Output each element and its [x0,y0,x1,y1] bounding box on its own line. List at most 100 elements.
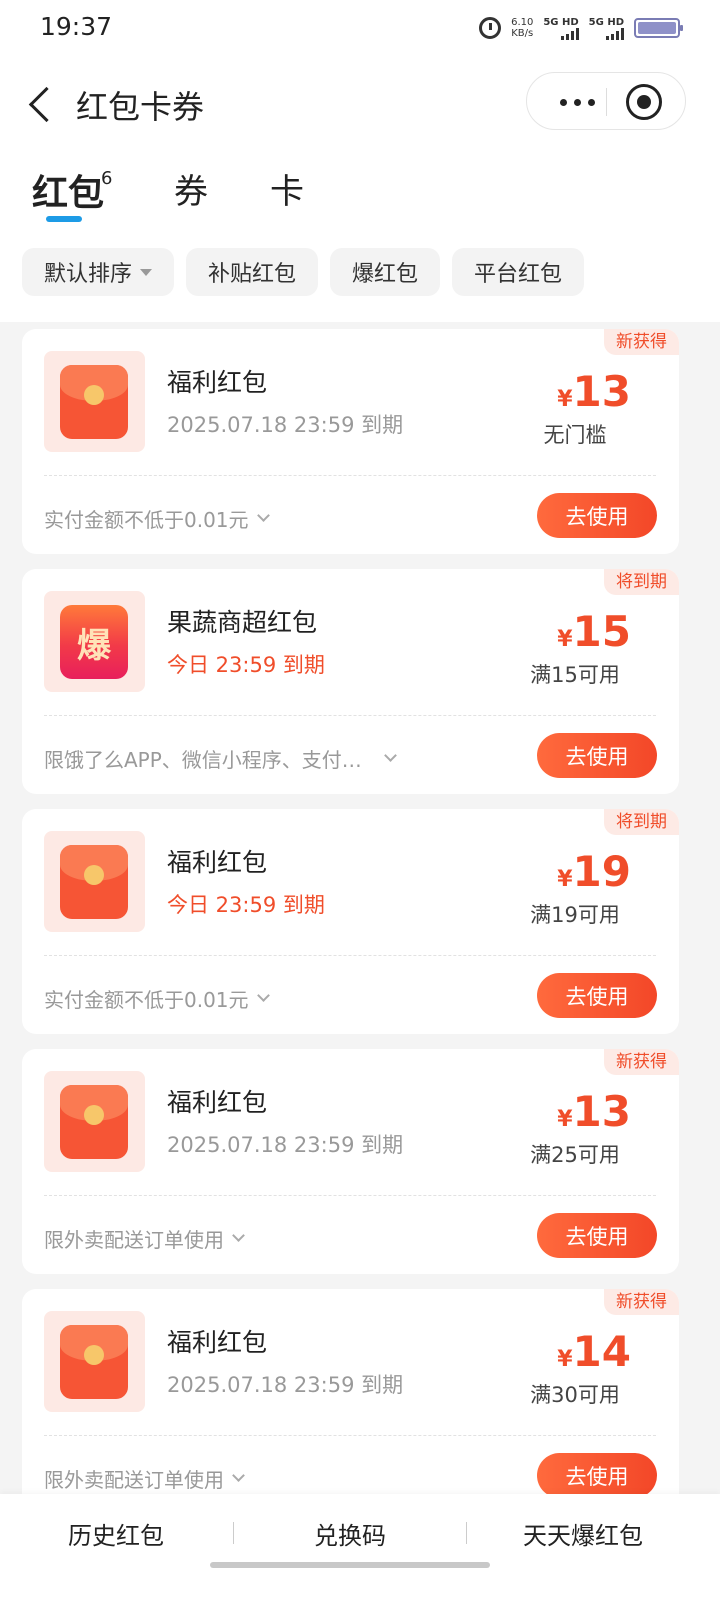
battery-icon [634,18,683,38]
use-button[interactable]: 去使用 [537,973,657,1018]
card-tag: 新获得 [604,329,679,355]
back-icon[interactable] [24,80,64,128]
currency-symbol: ¥ [557,1107,573,1132]
currency-symbol: ¥ [557,627,573,652]
amount-value: 13 [572,1087,631,1136]
filter-sort-label: 默认排序 [44,262,133,287]
card-divider [44,715,656,716]
more-icon[interactable] [547,87,607,117]
amount-value: 19 [572,847,631,896]
signal-bars-icon [606,27,624,40]
card-rule[interactable]: 实付金额不低于0.01元 [44,504,270,533]
red-envelope-icon [60,1085,128,1159]
card-threshold: 满19可用 [530,903,620,927]
capsule-divider [606,88,607,116]
card-name: 福利红包 [167,1328,268,1357]
card-rule-text: 限饿了么APP、微信小程序、支付… [44,748,362,772]
bottom-divider [233,1522,234,1544]
use-button[interactable]: 去使用 [537,733,657,778]
card-expiry: 2025.07.18 23:59 到期 [167,1373,404,1397]
card-amount: ¥14 [511,1327,631,1376]
card-expiry: 今日 23:59 到期 [167,893,325,917]
card-rule[interactable]: 限外卖配送订单使用 [44,1464,245,1493]
red-envelope-icon [60,1325,128,1399]
red-envelope-icon [60,845,128,919]
card-tag: 新获得 [604,1049,679,1075]
battery-fill [638,22,676,34]
use-button[interactable]: 去使用 [537,1213,657,1258]
card-name: 福利红包 [167,368,268,397]
card-divider [44,1195,656,1196]
currency-symbol: ¥ [557,867,573,892]
use-button[interactable]: 去使用 [537,493,657,538]
use-button[interactable]: 去使用 [537,1453,657,1498]
card-rule[interactable]: 限饿了么APP、微信小程序、支付… [44,744,397,773]
page-title: 红包卡券 [76,88,205,126]
card-amount: ¥19 [511,847,631,896]
bao-icon: 爆 [60,605,128,679]
filter-sort[interactable]: 默认排序 [22,248,175,296]
card-icon-box [44,1071,145,1172]
currency-symbol: ¥ [557,1347,573,1372]
status-time: 19:37 [40,12,113,41]
filter-bao[interactable]: 爆红包 [330,248,441,296]
bottom-divider [466,1522,467,1544]
mini-program-capsule [526,72,686,130]
filter-subsidy[interactable]: 补贴红包 [186,248,319,296]
chevron-down-icon [256,989,270,1002]
card-name: 福利红包 [167,848,268,877]
red-packet-card: 将到期 福利红包 今日 23:59 到期 ¥19 满19可用 实付金额不低于0.… [22,809,679,1034]
redeem-code-link[interactable]: 兑换码 [250,1516,450,1551]
caret-down-icon [140,268,153,276]
tab-ka[interactable]: 卡 [270,164,304,213]
card-icon-box [44,1311,145,1412]
history-red-packets-link[interactable]: 历史红包 [16,1516,216,1551]
red-packet-card: 新获得 福利红包 2025.07.18 23:59 到期 ¥14 满30可用 限… [22,1289,679,1514]
card-amount: ¥15 [511,607,631,656]
status-bar: 19:37 6.10 KB/s 5G HD 5G HD [0,0,720,56]
tab-hongbao[interactable]: 红包 [32,164,104,216]
red-envelope-icon [60,365,128,439]
card-rule-text: 限外卖配送订单使用 [44,1228,224,1252]
chevron-down-icon [232,1229,245,1242]
card-tag: 将到期 [604,809,679,835]
card-icon-box: 爆 [44,591,145,692]
card-divider [44,955,656,956]
red-packet-list: 新获得 福利红包 2025.07.18 23:59 到期 ¥13 无门槛 实付金… [22,329,679,1529]
daily-bao-red-packet-link[interactable]: 天天爆红包 [483,1516,683,1551]
filter-chips: 默认排序 补贴红包 爆红包 平台红包 [22,248,585,296]
filter-platform[interactable]: 平台红包 [452,248,585,296]
network-speed: 6.10 KB/s [511,17,533,39]
card-amount: ¥13 [511,367,631,416]
chevron-down-icon [256,509,270,522]
red-packet-card: 新获得 福利红包 2025.07.18 23:59 到期 ¥13 无门槛 实付金… [22,329,679,554]
signal-1: 5G HD [543,16,579,40]
currency-symbol: ¥ [557,387,573,412]
tab-active-indicator [46,216,82,222]
alarm-icon [479,17,502,39]
card-expiry: 今日 23:59 到期 [167,653,325,677]
net-speed-value: 6.10 [511,17,534,28]
card-icon-box [44,831,145,932]
card-name: 福利红包 [167,1088,268,1117]
card-rule[interactable]: 实付金额不低于0.01元 [44,984,270,1013]
tab-quan[interactable]: 券 [174,164,208,213]
card-threshold: 无门槛 [543,423,607,447]
card-expiry: 2025.07.18 23:59 到期 [167,413,404,437]
card-divider [44,475,656,476]
signal-2: 5G HD [589,17,624,40]
chevron-down-icon [383,749,397,762]
bottom-bar: 历史红包 兑换码 天天爆红包 [0,1494,720,1612]
card-amount: ¥13 [511,1087,631,1136]
red-packet-card: 将到期 爆 果蔬商超红包 今日 23:59 到期 ¥15 满15可用 限饿了么A… [22,569,679,794]
home-indicator[interactable] [210,1562,490,1568]
close-mini-program-icon[interactable] [626,84,662,120]
signal-1-label: 5G HD [543,16,579,28]
card-tag: 新获得 [604,1289,679,1315]
card-threshold: 满25可用 [530,1143,620,1167]
card-rule[interactable]: 限外卖配送订单使用 [44,1224,245,1253]
amount-value: 14 [572,1327,631,1376]
tab-hongbao-count: 6 [101,168,113,189]
card-threshold: 满30可用 [530,1383,620,1407]
amount-value: 13 [572,367,631,416]
